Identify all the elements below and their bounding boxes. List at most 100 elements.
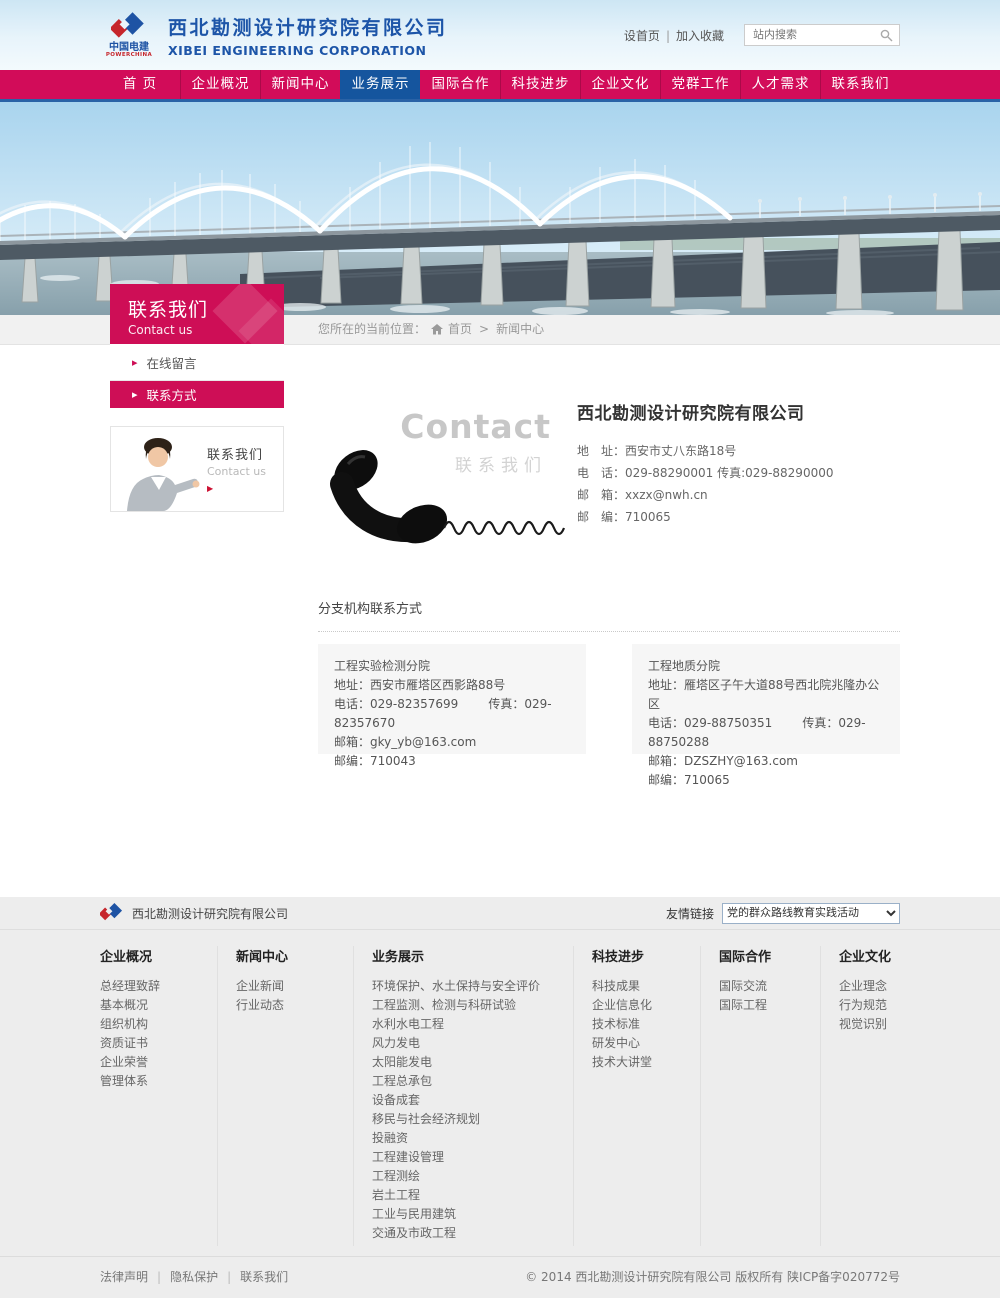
- search-icon[interactable]: [880, 29, 893, 42]
- footer-bottom-link[interactable]: 法律声明: [100, 1270, 148, 1284]
- home-icon: [431, 324, 443, 335]
- add-favorite-link[interactable]: 加入收藏: [676, 29, 724, 43]
- nav-item[interactable]: 首 页: [100, 70, 180, 99]
- footer-link[interactable]: 环境保护、水土保持与安全评价: [372, 980, 567, 992]
- footer-columns: 企业概况总经理致辞基本概况组织机构资质证书企业荣誉管理体系新闻中心企业新闻行业动…: [100, 930, 900, 1256]
- contact-card-title-en: Contact us: [207, 465, 266, 478]
- footer-link[interactable]: 风力发电: [372, 1037, 567, 1049]
- nav-item[interactable]: 党群工作: [660, 70, 740, 99]
- triangle-icon: ▸: [132, 389, 138, 400]
- footer-link[interactable]: 组织机构: [100, 1018, 211, 1030]
- branch-email: 邮箱：DZSZHY@163.com: [648, 752, 884, 771]
- footer-link[interactable]: 行为规范: [839, 999, 894, 1011]
- copyright: © 2014 西北勘测设计研究院有限公司 版权所有 陕ICP备字020772号: [525, 1268, 900, 1285]
- footer-link[interactable]: 基本概况: [100, 999, 211, 1011]
- powerchina-logo: 中国电建 POWERCHINA: [100, 12, 158, 59]
- footer-link[interactable]: 管理体系: [100, 1075, 211, 1087]
- company-contact-rows: 地 址：西安市丈八东路18号电 话：029-88290001 传真:029-88…: [577, 444, 833, 524]
- footer-link[interactable]: 企业荣誉: [100, 1056, 211, 1068]
- nav-item[interactable]: 企业文化: [580, 70, 660, 99]
- sidebar-menu-item[interactable]: ▸联系方式: [110, 381, 284, 408]
- page: 中国电建 POWERCHINA 西北勘测设计研究院有限公司 XIBEI ENGI…: [0, 0, 1000, 1298]
- nav-item[interactable]: 新闻中心: [260, 70, 340, 99]
- footer-link[interactable]: 总经理致辞: [100, 980, 211, 992]
- branch-phone: 电话：029-88750351: [648, 716, 772, 730]
- footer-column: 企业概况总经理致辞基本概况组织机构资质证书企业荣誉管理体系: [100, 946, 217, 1246]
- sidebar-header: 联系我们 Contact us: [110, 284, 284, 344]
- footer-bottom-bar: 法律声明 | 隐私保护 | 联系我们 © 2014 西北勘测设计研究院有限公司 版权所有…: [0, 1256, 1000, 1298]
- footer-link[interactable]: 研发中心: [592, 1037, 694, 1049]
- logo-en-text: POWERCHINA: [100, 53, 158, 59]
- footer-link[interactable]: 工程监测、检测与科研试验: [372, 999, 567, 1011]
- footer-link[interactable]: 移民与社会经济规划: [372, 1113, 567, 1125]
- footer-column-title: 国际合作: [719, 946, 814, 965]
- footer-link[interactable]: 太阳能发电: [372, 1056, 567, 1068]
- telephone-icon: [318, 432, 565, 544]
- footer-bottom-links: 法律声明 | 隐私保护 | 联系我们: [100, 1268, 288, 1285]
- footer-link[interactable]: 企业理念: [839, 980, 894, 992]
- footer-link[interactable]: 投融资: [372, 1132, 567, 1144]
- footer-link[interactable]: 工程测绘: [372, 1170, 567, 1182]
- sidebar-title-cn: 联系我们: [128, 295, 284, 322]
- nav-item[interactable]: 科技进步: [500, 70, 580, 99]
- branch-name: 工程实验检测分院: [334, 657, 570, 676]
- branch-box: 工程地质分院地址：雁塔区子午大道88号西北院兆隆办公区电话：029-887503…: [632, 644, 900, 754]
- red-arrow-icon: ▶: [207, 484, 266, 493]
- breadcrumb-home-link[interactable]: 首页: [448, 315, 472, 344]
- company-name: 西北勘测设计研究院有限公司: [577, 399, 833, 424]
- branch-address: 地址：西安市雁塔区西影路88号: [334, 676, 570, 695]
- footer-column: 企业文化企业理念行为规范视觉识别: [820, 946, 900, 1246]
- nav-item[interactable]: 人才需求: [740, 70, 820, 99]
- main-nav: 首 页企业概况新闻中心业务展示国际合作科技进步企业文化党群工作人才需求联系我们: [100, 70, 900, 99]
- branch-name: 工程地质分院: [648, 657, 884, 676]
- sidebar-menu-label: 在线留言: [147, 353, 197, 372]
- divider: |: [227, 1270, 231, 1284]
- footer-link[interactable]: 行业动态: [236, 999, 347, 1011]
- main-nav-bar: 首 页企业概况新闻中心业务展示国际合作科技进步企业文化党群工作人才需求联系我们: [0, 70, 1000, 99]
- footer-link[interactable]: 视觉识别: [839, 1018, 894, 1030]
- breadcrumb-separator: >: [479, 315, 489, 344]
- footer-link[interactable]: 水利水电工程: [372, 1018, 567, 1030]
- footer-strip: 西北勘测设计研究院有限公司 友情链接 党的群众路线教育实践活动: [0, 897, 1000, 930]
- footer: 西北勘测设计研究院有限公司 友情链接 党的群众路线教育实践活动 企业概况总经理致…: [0, 897, 1000, 1298]
- footer-link[interactable]: 国际交流: [719, 980, 814, 992]
- footer-bottom-link[interactable]: 隐私保护: [170, 1270, 218, 1284]
- breadcrumb-current-link[interactable]: 新闻中心: [496, 315, 544, 344]
- contact-card-title-cn: 联系我们: [207, 444, 266, 463]
- footer-link[interactable]: 科技成果: [592, 980, 694, 992]
- footer-link[interactable]: 技术大讲堂: [592, 1056, 694, 1068]
- company-info-row: 邮 编：710065: [577, 510, 833, 524]
- friendly-links-label: 友情链接: [666, 905, 714, 922]
- site-title-cn: 西北勘测设计研究院有限公司: [168, 13, 448, 40]
- contact-card[interactable]: 联系我们 Contact us ▶: [110, 426, 284, 512]
- friendly-links-select[interactable]: 党的群众路线教育实践活动: [722, 903, 900, 924]
- footer-brand: 西北勘测设计研究院有限公司: [132, 905, 288, 922]
- footer-link[interactable]: 工业与民用建筑: [372, 1208, 567, 1220]
- search-input[interactable]: [751, 28, 880, 42]
- footer-link[interactable]: 企业新闻: [236, 980, 347, 992]
- set-home-link[interactable]: 设首页: [624, 29, 660, 43]
- footer-bottom-link[interactable]: 联系我们: [240, 1270, 288, 1284]
- sidebar-menu-item[interactable]: ▸ 在线留言: [110, 344, 284, 381]
- brand[interactable]: 中国电建 POWERCHINA 西北勘测设计研究院有限公司 XIBEI ENGI…: [100, 12, 448, 59]
- footer-link[interactable]: 岩土工程: [372, 1189, 567, 1201]
- nav-item[interactable]: 企业概况: [180, 70, 260, 99]
- search-box: [744, 24, 900, 46]
- nav-item[interactable]: 联系我们: [820, 70, 900, 99]
- footer-link[interactable]: 设备成套: [372, 1094, 567, 1106]
- branch-phone-fax: 电话：029-82357699传真：029-82357670: [334, 695, 570, 733]
- breadcrumb-prefix: 您所在的当前位置：: [318, 315, 426, 344]
- site-header: 中国电建 POWERCHINA 西北勘测设计研究院有限公司 XIBEI ENGI…: [0, 0, 1000, 70]
- triangle-icon: ▸: [132, 357, 138, 368]
- footer-link[interactable]: 工程建设管理: [372, 1151, 567, 1163]
- footer-link[interactable]: 交通及市政工程: [372, 1227, 567, 1239]
- footer-link[interactable]: 资质证书: [100, 1037, 211, 1049]
- nav-item[interactable]: 业务展示: [340, 70, 420, 99]
- footer-link[interactable]: 技术标准: [592, 1018, 694, 1030]
- nav-item[interactable]: 国际合作: [420, 70, 500, 99]
- footer-link[interactable]: 企业信息化: [592, 999, 694, 1011]
- footer-link[interactable]: 国际工程: [719, 999, 814, 1011]
- footer-column-title: 科技进步: [592, 946, 694, 965]
- divider: |: [157, 1270, 161, 1284]
- footer-link[interactable]: 工程总承包: [372, 1075, 567, 1087]
